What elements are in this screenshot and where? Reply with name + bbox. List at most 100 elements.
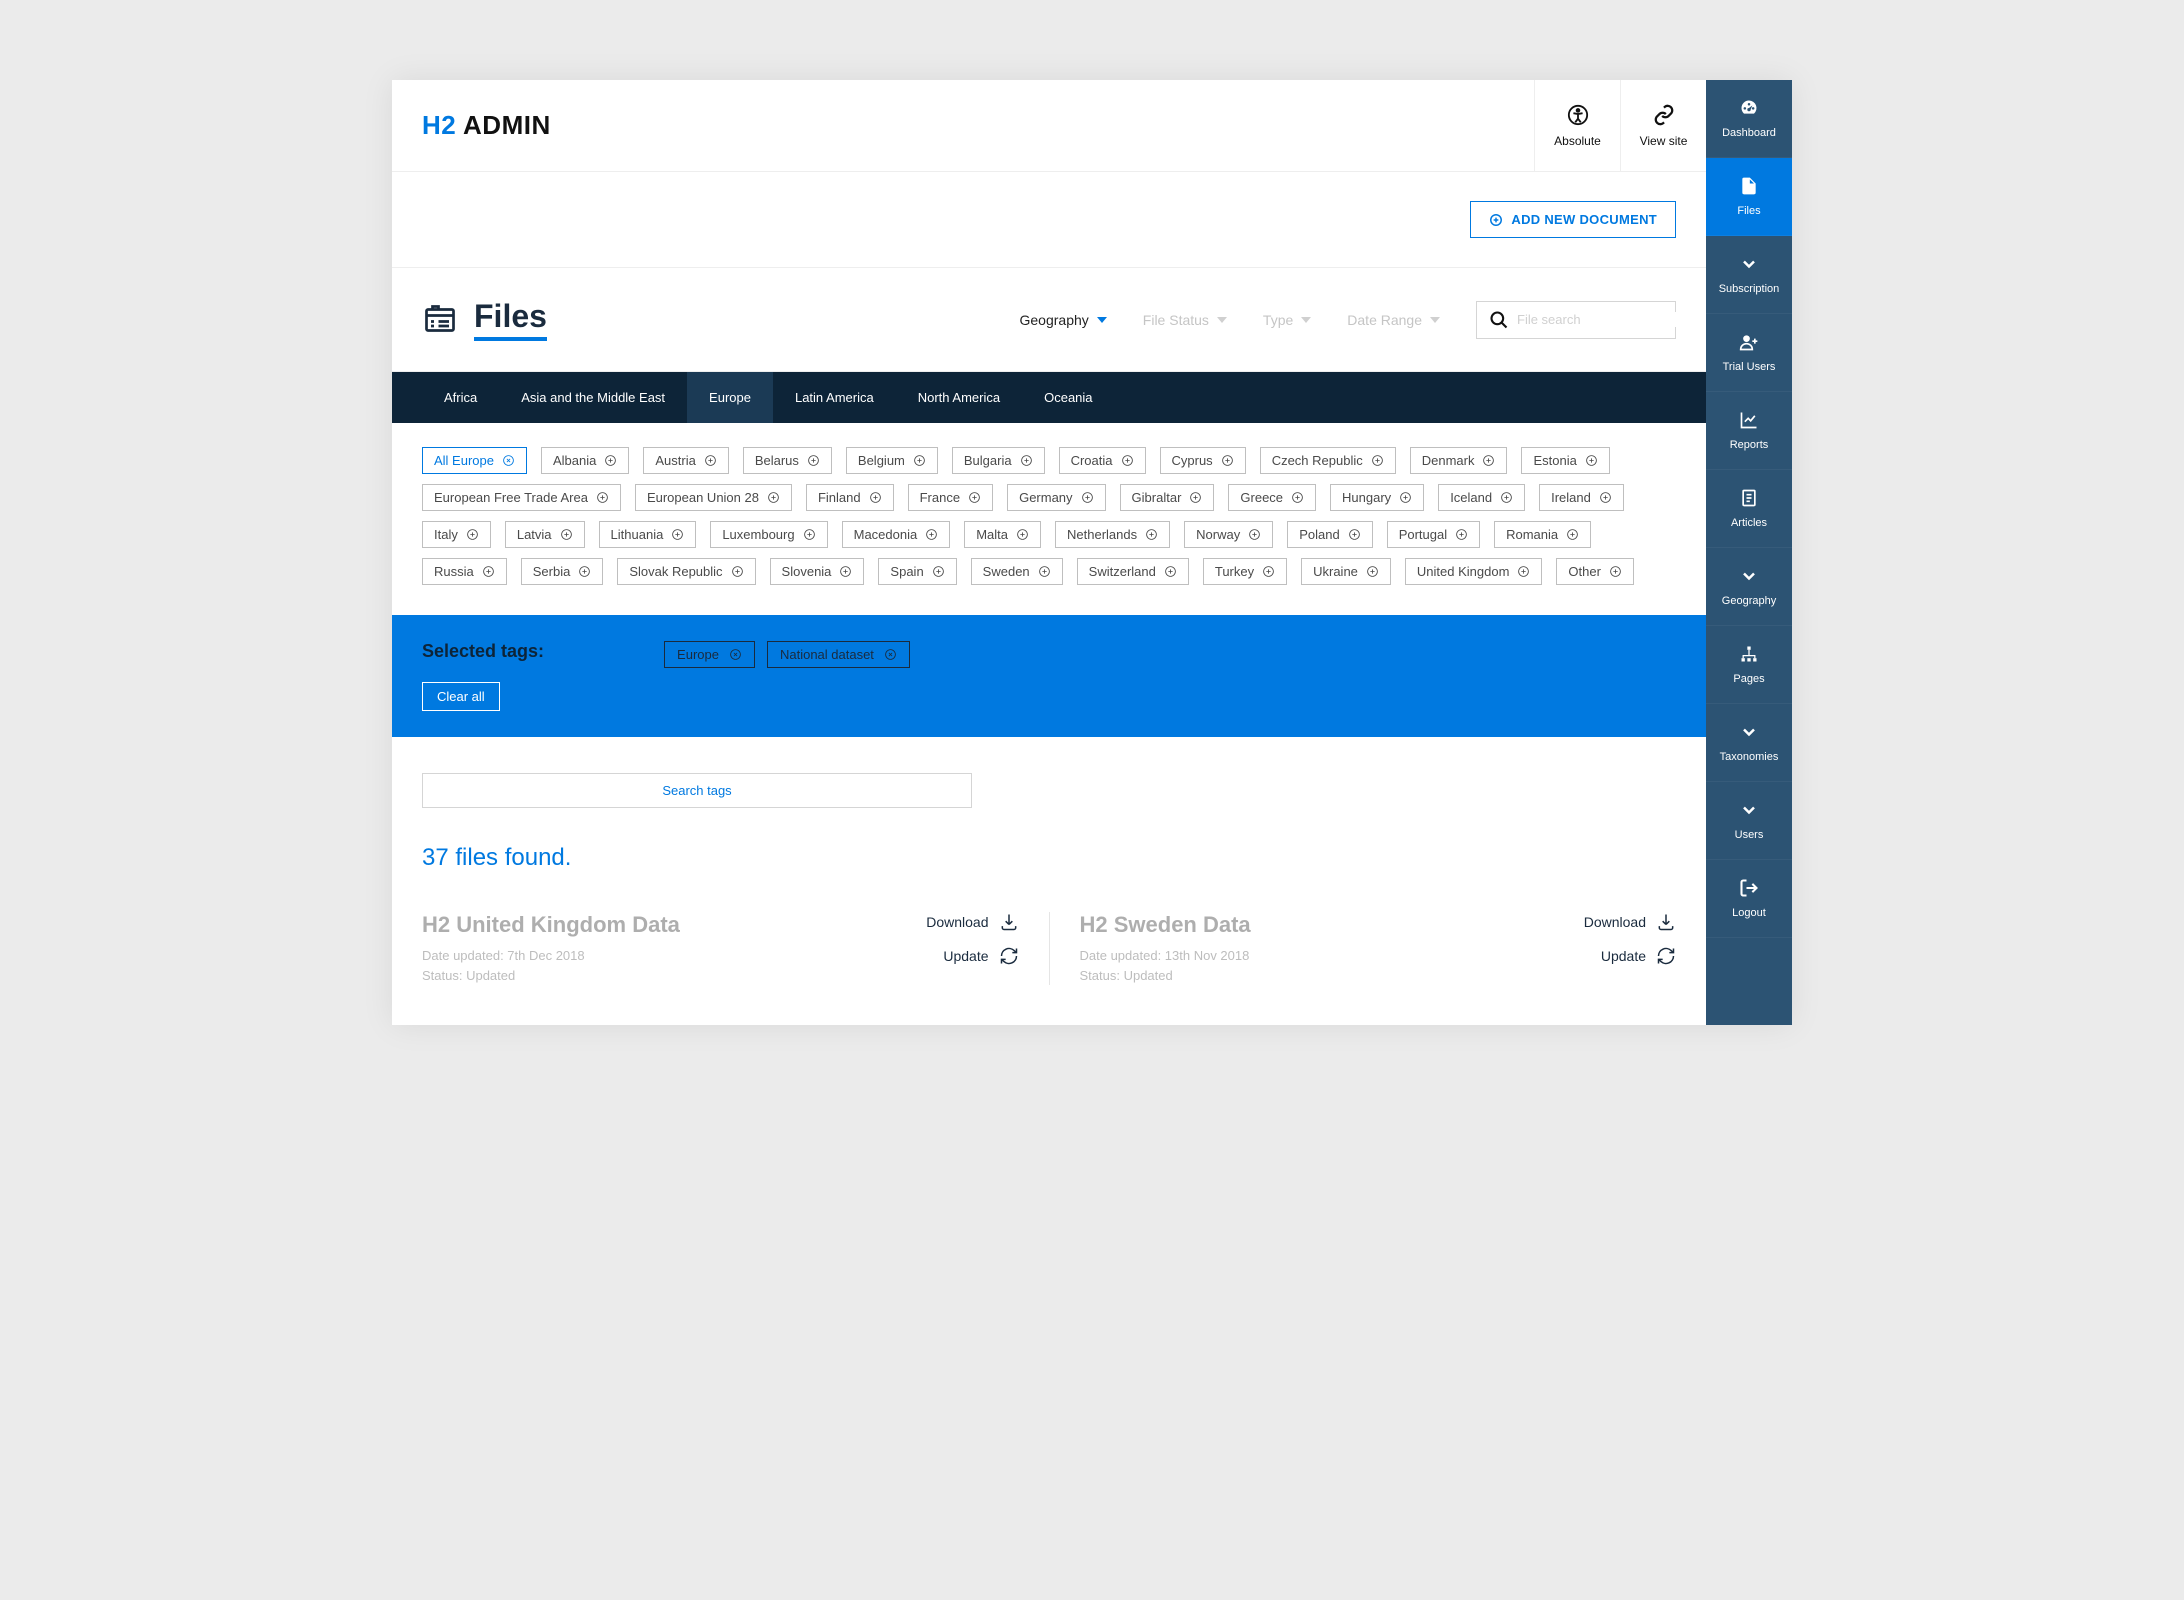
- tag-pill[interactable]: European Free Trade Area: [422, 484, 621, 511]
- tag-pill[interactable]: Estonia: [1521, 447, 1609, 474]
- plus-circle-icon: [1500, 491, 1513, 504]
- download-button[interactable]: Download: [926, 912, 1018, 932]
- sidebar-item-users[interactable]: Users: [1706, 782, 1792, 860]
- tag-pill[interactable]: Belgium: [846, 447, 938, 474]
- tag-label: Germany: [1019, 490, 1072, 505]
- region-tab[interactable]: Latin America: [773, 372, 896, 423]
- sidebar-item-taxonomies[interactable]: Taxonomies: [1706, 704, 1792, 782]
- sidebar-item-label: Trial Users: [1723, 361, 1776, 373]
- tag-pill[interactable]: Sweden: [971, 558, 1063, 585]
- plus-circle-icon: [1121, 454, 1134, 467]
- update-button[interactable]: Update: [943, 946, 1018, 966]
- tag-pill[interactable]: Spain: [878, 558, 956, 585]
- file-search-box[interactable]: [1476, 301, 1676, 339]
- tag-label: Czech Republic: [1272, 453, 1363, 468]
- tag-pill[interactable]: Bulgaria: [952, 447, 1045, 474]
- tag-pill[interactable]: France: [908, 484, 993, 511]
- tag-pill[interactable]: Luxembourg: [710, 521, 827, 548]
- x-circle-icon: [884, 648, 897, 661]
- filter-date-range[interactable]: Date Range: [1347, 312, 1440, 328]
- sidebar-item-pages[interactable]: Pages: [1706, 626, 1792, 704]
- tag-pill[interactable]: Cyprus: [1160, 447, 1246, 474]
- update-button[interactable]: Update: [1601, 946, 1676, 966]
- caret-down-icon: [1097, 315, 1107, 325]
- tag-pill[interactable]: Other: [1556, 558, 1634, 585]
- plus-circle-icon: [1221, 454, 1234, 467]
- tag-pill[interactable]: Macedonia: [842, 521, 951, 548]
- sidebar-item-subscription[interactable]: Subscription: [1706, 236, 1792, 314]
- tag-pill[interactable]: Turkey: [1203, 558, 1287, 585]
- sidebar-item-files[interactable]: Files: [1706, 158, 1792, 236]
- tag-pill[interactable]: Germany: [1007, 484, 1105, 511]
- region-tab[interactable]: Africa: [422, 372, 499, 423]
- tag-pill[interactable]: Switzerland: [1077, 558, 1189, 585]
- absolute-button[interactable]: Absolute: [1534, 80, 1620, 171]
- tag-pill[interactable]: Ukraine: [1301, 558, 1391, 585]
- filter-type[interactable]: Type: [1263, 312, 1311, 328]
- plus-circle-icon: [482, 565, 495, 578]
- tag-pill[interactable]: Croatia: [1059, 447, 1146, 474]
- plus-circle-icon: [1145, 528, 1158, 541]
- tag-label: Ireland: [1551, 490, 1591, 505]
- tag-pill[interactable]: Belarus: [743, 447, 832, 474]
- tag-pill[interactable]: Greece: [1228, 484, 1316, 511]
- clear-all-button[interactable]: Clear all: [422, 682, 500, 711]
- selected-tag-pill[interactable]: National dataset: [767, 641, 910, 668]
- tag-pill[interactable]: Finland: [806, 484, 894, 511]
- tag-pill[interactable]: Slovenia: [770, 558, 865, 585]
- tag-pill[interactable]: Hungary: [1330, 484, 1424, 511]
- tag-label: Romania: [1506, 527, 1558, 542]
- view-site-button[interactable]: View site: [1620, 80, 1706, 171]
- tag-pill[interactable]: Romania: [1494, 521, 1591, 548]
- plus-circle-icon: [1609, 565, 1622, 578]
- tag-pill[interactable]: Austria: [643, 447, 728, 474]
- tag-pill[interactable]: Slovak Republic: [617, 558, 755, 585]
- tag-label: Cyprus: [1172, 453, 1213, 468]
- tag-label: Denmark: [1422, 453, 1475, 468]
- selected-tag-pill[interactable]: Europe: [664, 641, 755, 668]
- tag-label: Serbia: [533, 564, 571, 579]
- region-tab[interactable]: Oceania: [1022, 372, 1114, 423]
- sidebar-item-articles[interactable]: Articles: [1706, 470, 1792, 548]
- tag-pill[interactable]: United Kingdom: [1405, 558, 1543, 585]
- sidebar-item-geography[interactable]: Geography: [1706, 548, 1792, 626]
- region-tab[interactable]: Asia and the Middle East: [499, 372, 687, 423]
- tag-pill[interactable]: Ireland: [1539, 484, 1624, 511]
- filter-geography[interactable]: Geography: [1020, 312, 1107, 328]
- plus-circle-icon: [1366, 565, 1379, 578]
- tag-pill[interactable]: Czech Republic: [1260, 447, 1396, 474]
- tag-label: Portugal: [1399, 527, 1447, 542]
- sidebar-item-trial-users[interactable]: Trial Users: [1706, 314, 1792, 392]
- tag-pill[interactable]: Latvia: [505, 521, 585, 548]
- tag-pill[interactable]: Albania: [541, 447, 629, 474]
- tag-pill[interactable]: European Union 28: [635, 484, 792, 511]
- tag-pill[interactable]: Serbia: [521, 558, 604, 585]
- tag-pill[interactable]: Lithuania: [599, 521, 697, 548]
- tag-pill[interactable]: Netherlands: [1055, 521, 1170, 548]
- tag-pill[interactable]: Denmark: [1410, 447, 1508, 474]
- tag-pill[interactable]: Poland: [1287, 521, 1372, 548]
- filter-file-status[interactable]: File Status: [1143, 312, 1227, 328]
- brand-logo: H2 ADMIN: [392, 110, 1534, 141]
- plus-circle-icon: [466, 528, 479, 541]
- sidebar-item-logout[interactable]: Logout: [1706, 860, 1792, 938]
- file-search-input[interactable]: [1517, 312, 1693, 327]
- sidebar-item-dashboard[interactable]: Dashboard: [1706, 80, 1792, 158]
- tag-pill[interactable]: Malta: [964, 521, 1041, 548]
- tag-label: Slovak Republic: [629, 564, 722, 579]
- tag-pill[interactable]: All Europe: [422, 447, 527, 474]
- tag-pill[interactable]: Russia: [422, 558, 507, 585]
- tag-pill[interactable]: Gibraltar: [1120, 484, 1215, 511]
- plus-circle-icon: [913, 454, 926, 467]
- add-document-button[interactable]: ADD NEW DOCUMENT: [1470, 201, 1676, 238]
- tag-pill[interactable]: Iceland: [1438, 484, 1525, 511]
- region-tab[interactable]: Europe: [687, 372, 773, 423]
- sidebar-item-reports[interactable]: Reports: [1706, 392, 1792, 470]
- result-date: Date updated: 13th Nov 2018: [1080, 946, 1251, 966]
- region-tab[interactable]: North America: [896, 372, 1022, 423]
- tag-pill[interactable]: Norway: [1184, 521, 1273, 548]
- tag-pill[interactable]: Italy: [422, 521, 491, 548]
- download-button[interactable]: Download: [1584, 912, 1676, 932]
- search-tags-input[interactable]: [422, 773, 972, 808]
- tag-pill[interactable]: Portugal: [1387, 521, 1480, 548]
